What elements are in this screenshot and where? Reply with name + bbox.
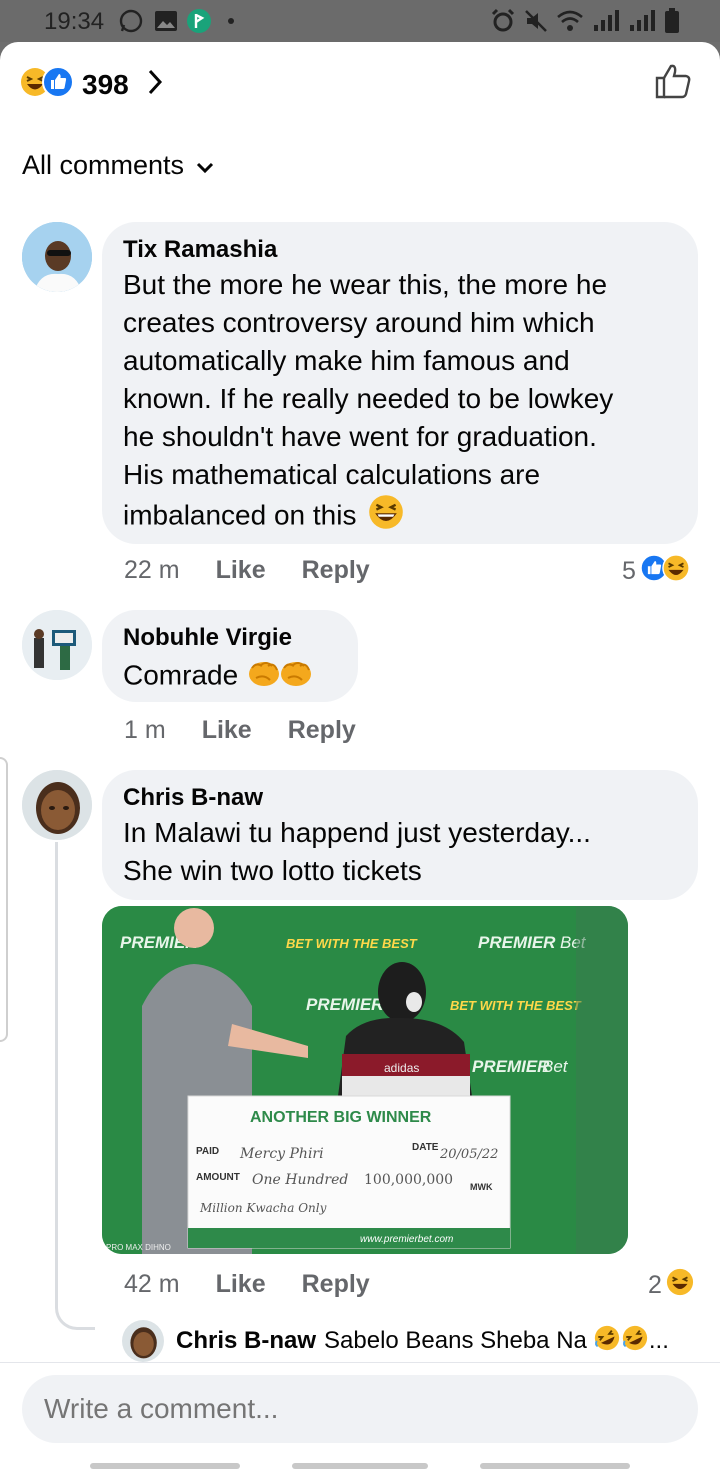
fist-bump-emoji-icon <box>246 654 282 700</box>
reply-button[interactable]: Reply <box>302 1270 370 1299</box>
cheque-title: ANOTHER BIG WINNER <box>250 1109 432 1126</box>
status-bar: 19:34 <box>0 0 720 42</box>
amount-value: 100,000,000 <box>364 1172 453 1188</box>
alarm-icon <box>490 8 516 39</box>
gallery-icon <box>154 9 178 33</box>
comment-composer <box>0 1362 720 1480</box>
dot-icon <box>228 9 234 33</box>
comment-author[interactable]: Tix Ramashia <box>123 234 678 266</box>
like-button[interactable]: Like <box>216 1270 266 1299</box>
comment-text: In Malawi tu happend just yesterday... S… <box>123 817 591 886</box>
nav-back-handle[interactable] <box>480 1463 630 1469</box>
paid-label: PAID <box>196 1146 219 1157</box>
reply-author: Chris B-naw <box>176 1327 317 1354</box>
comment-reactions[interactable]: 5 <box>622 554 690 589</box>
avatar[interactable] <box>22 610 92 680</box>
comment-author[interactable]: Nobuhle Virgie <box>123 622 338 654</box>
wifi-icon <box>556 9 584 38</box>
reply-button[interactable]: Reply <box>302 556 370 585</box>
avatar <box>122 1320 164 1362</box>
avatar[interactable] <box>22 222 92 292</box>
comment-time: 1 m <box>124 716 166 744</box>
comment-actions: 42 m Like Reply <box>124 1270 406 1299</box>
rofl-emoji-icon <box>593 1324 621 1359</box>
chevron-right-icon[interactable] <box>147 68 163 101</box>
date-label: DATE <box>412 1142 439 1153</box>
haha-reaction-icon <box>666 1268 694 1303</box>
like-reaction-icon <box>42 66 74 103</box>
comment-bubble: Tix Ramashia But the more he wear this, … <box>102 222 698 544</box>
scroll-edge-indicator <box>0 757 8 1042</box>
reply-text: Sabelo Beans Sheba Na <box>324 1327 587 1354</box>
website-text: www.premierbet.com <box>360 1234 453 1245</box>
photo-watermark: PRO MAX DIHNO <box>106 1243 171 1252</box>
date-value: 20/05/22 <box>439 1147 498 1162</box>
paid-value: Mercy Phiri <box>239 1146 324 1162</box>
nav-recent-handle[interactable] <box>90 1463 240 1469</box>
battery-icon <box>664 8 680 39</box>
rofl-emoji-icon <box>621 1324 649 1359</box>
like-post-button[interactable] <box>654 62 692 105</box>
whatsapp-icon <box>118 9 144 33</box>
currency-label: MWK <box>470 1182 493 1192</box>
comment-bubble: Nobuhle Virgie Comrade <box>102 610 358 702</box>
chevron-down-icon <box>196 150 214 181</box>
avatar[interactable] <box>22 770 92 840</box>
comments-filter[interactable]: All comments <box>22 150 214 181</box>
banner-brand-text-b: Bet <box>542 1057 569 1076</box>
signal-icon <box>592 9 620 38</box>
reply-thread-line <box>55 842 58 1308</box>
app-notification-icon <box>186 9 212 33</box>
banner-brand-text: PREMIER <box>306 995 384 1014</box>
banner-tagline: BET WITH THE BEST <box>286 936 418 951</box>
nav-home-handle[interactable] <box>292 1463 428 1469</box>
comment-text: Comrade <box>123 654 338 700</box>
system-icons <box>490 8 680 39</box>
fist-bump-emoji-icon <box>278 654 314 700</box>
comment-time: 42 m <box>124 1270 180 1298</box>
haha-reaction-icon <box>662 554 690 589</box>
laughing-emoji-icon <box>368 494 404 540</box>
reply-thread-curve <box>55 1306 95 1330</box>
mute-icon <box>524 9 548 38</box>
banner-brand-text: PREMIER <box>472 1057 550 1076</box>
reactions-summary[interactable]: 398 <box>20 66 163 103</box>
reply-button[interactable]: Reply <box>288 716 356 745</box>
amount-words-2: Million Kwacha Only <box>199 1201 327 1215</box>
comment-reactions[interactable]: 2 <box>648 1268 694 1303</box>
comment-time: 22 m <box>124 556 180 584</box>
like-button[interactable]: Like <box>216 556 266 585</box>
comment-actions: 22 m Like Reply <box>124 556 406 585</box>
comment-input[interactable] <box>22 1375 698 1443</box>
banner-brand-text: PREMIER <box>478 933 556 952</box>
amount-words: One Hundred <box>252 1172 348 1188</box>
signal-icon-2 <box>628 9 656 38</box>
banner-tagline: BET WITH THE BEST <box>450 998 582 1013</box>
hoodie-text: adidas <box>384 1061 419 1075</box>
like-button[interactable]: Like <box>202 716 252 745</box>
reaction-count: 398 <box>82 68 129 100</box>
comments-sheet: 398 All comments Tix Ramashia But the mo… <box>0 42 720 1480</box>
status-time: 19:34 <box>44 8 105 35</box>
amount-label: AMOUNT <box>196 1172 240 1183</box>
comment-text: But the more he wear this, the more he c… <box>123 266 678 540</box>
comment-author[interactable]: Chris B-naw <box>123 782 678 814</box>
filter-label: All comments <box>22 150 185 180</box>
comment-photo[interactable]: PREMIER BET WITH THE BEST PREMIER Bet PR… <box>102 906 628 1254</box>
reply-preview[interactable]: Chris B-naw Sabelo Beans Sheba Na ... <box>122 1320 669 1362</box>
comment-bubble: Chris B-naw In Malawi tu happend just ye… <box>102 770 698 900</box>
comment-actions: 1 m Like Reply <box>124 716 392 745</box>
